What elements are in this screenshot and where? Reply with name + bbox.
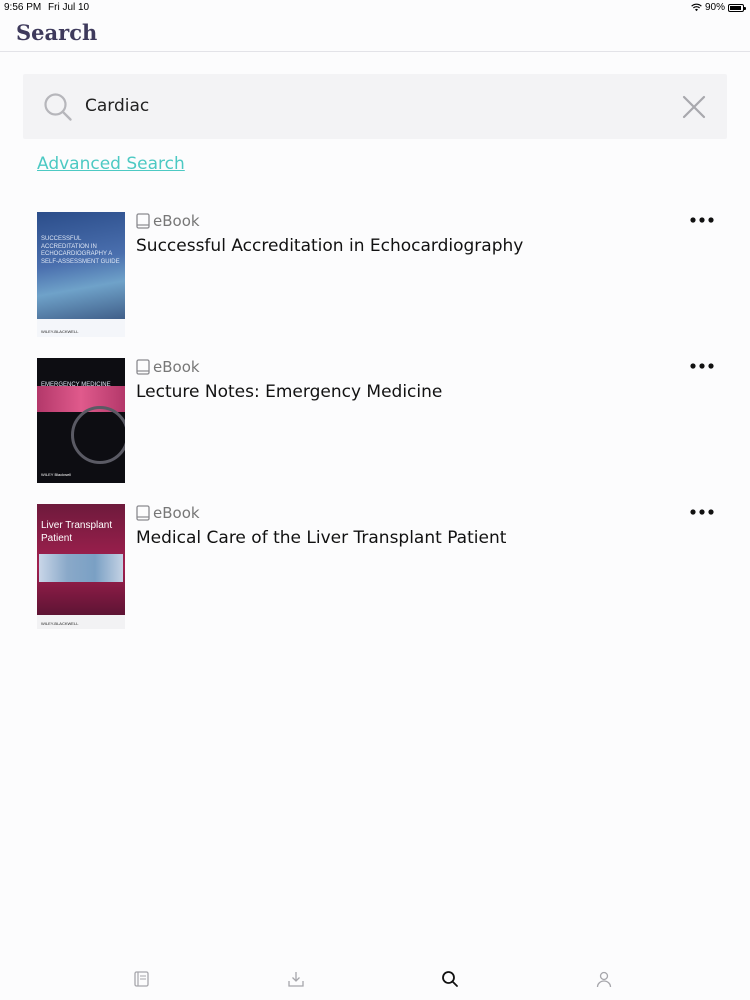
page-title: Search (16, 20, 98, 45)
status-date: Fri Jul 10 (48, 2, 90, 13)
search-result-item[interactable]: SUCCESSFUL ACCREDITATION IN ECHOCARDIOGR… (0, 211, 750, 357)
library-icon[interactable] (133, 970, 151, 988)
wifi-icon (691, 3, 702, 12)
more-options-icon[interactable] (690, 216, 714, 224)
search-icon (44, 93, 72, 121)
cover-title-text: SUCCESSFUL ACCREDITATION IN ECHOCARDIOGR… (41, 236, 120, 265)
search-icon[interactable] (441, 970, 459, 988)
cover-photo (39, 554, 123, 582)
result-type: eBook (136, 212, 200, 230)
status-indicators: 90% (691, 2, 746, 13)
status-bar: 9:56 PM Fri Jul 10 90% (0, 0, 750, 14)
more-options-icon[interactable] (690, 508, 714, 516)
result-title[interactable]: Successful Accreditation in Echocardiogr… (136, 236, 523, 256)
result-type-label: eBook (153, 358, 200, 376)
cover-publisher-text: WILEY-BLACKWELL (41, 329, 79, 334)
search-bar[interactable] (23, 74, 727, 139)
book-icon (136, 505, 150, 521)
result-title[interactable]: Medical Care of the Liver Transplant Pat… (136, 528, 506, 548)
book-icon (136, 213, 150, 229)
result-type: eBook (136, 358, 200, 376)
result-type: eBook (136, 504, 200, 522)
battery-percent: 90% (704, 2, 725, 13)
cover-band (37, 319, 125, 337)
more-options-icon[interactable] (690, 362, 714, 370)
battery-icon (728, 3, 746, 12)
search-result-item[interactable]: Liver Transplant Patient WILEY-BLACKWELL… (0, 503, 750, 649)
tab-bar (0, 962, 750, 1000)
status-time: 9:56 PM (4, 2, 42, 13)
search-input[interactable] (85, 86, 665, 126)
search-results-list: SUCCESSFUL ACCREDITATION IN ECHOCARDIOGR… (0, 211, 750, 649)
result-title[interactable]: Lecture Notes: Emergency Medicine (136, 382, 442, 402)
result-type-label: eBook (153, 212, 200, 230)
search-result-item[interactable]: EMERGENCY MEDICINE WILEY Blackwell eBook… (0, 357, 750, 503)
book-cover-image[interactable]: Liver Transplant Patient WILEY-BLACKWELL (37, 504, 125, 629)
downloads-icon[interactable] (287, 970, 305, 988)
cover-publisher-text: WILEY Blackwell (41, 472, 72, 477)
cover-title-text: Liver Transplant Patient (41, 520, 113, 544)
header: Search (0, 14, 750, 52)
book-cover-image[interactable]: EMERGENCY MEDICINE WILEY Blackwell (37, 358, 125, 483)
book-cover-image[interactable]: SUCCESSFUL ACCREDITATION IN ECHOCARDIOGR… (37, 212, 125, 337)
account-icon[interactable] (595, 970, 613, 988)
advanced-search-link[interactable]: Advanced Search (37, 154, 185, 174)
book-icon (136, 359, 150, 375)
clear-icon[interactable] (682, 95, 706, 119)
cover-logo-ring (71, 406, 125, 464)
result-type-label: eBook (153, 504, 200, 522)
cover-publisher-text: WILEY-BLACKWELL (41, 621, 79, 626)
